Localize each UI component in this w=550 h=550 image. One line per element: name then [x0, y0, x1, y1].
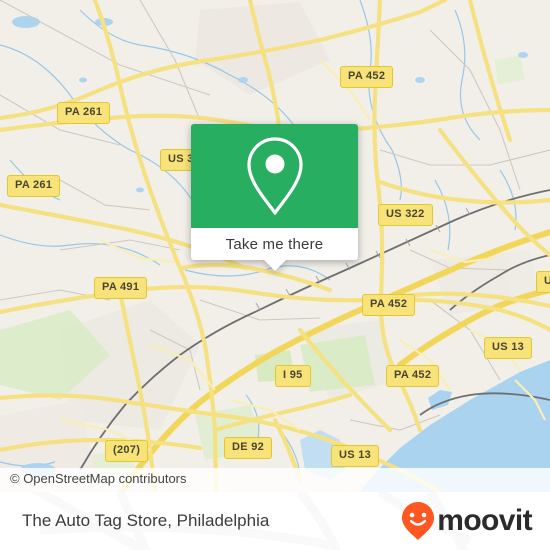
road-shield: PA 491	[94, 277, 148, 299]
road-shield: US 322	[378, 204, 433, 226]
map-pin-icon	[246, 137, 303, 215]
popup-tail	[263, 260, 286, 271]
popup-action-bar[interactable]: Take me there	[191, 228, 358, 260]
road-shield: DE 92	[224, 437, 273, 459]
moovit-map-page: PA 452PA 261US 3PA 261US 322USPA 491PA 4…	[0, 0, 550, 550]
road-shield: US	[536, 271, 550, 293]
road-shield: PA 261	[7, 175, 61, 197]
popup-image-area	[191, 124, 358, 228]
map-popup-card[interactable]: Take me there	[191, 124, 358, 271]
take-me-there-label: Take me there	[225, 235, 324, 253]
road-shield: US 13	[331, 445, 380, 467]
road-shield: PA 452	[340, 66, 394, 88]
road-shield: PA 452	[386, 365, 440, 387]
map-attribution: © OpenStreetMap contributors	[0, 468, 550, 492]
road-shield: PA 452	[362, 294, 416, 316]
road-shield: (207)	[105, 440, 149, 462]
moovit-smiley-pin-icon	[402, 502, 435, 540]
place-title: The Auto Tag Store, Philadelphia	[22, 511, 270, 530]
moovit-brand[interactable]: moovit	[401, 501, 533, 541]
road-shield: PA 261	[57, 102, 111, 124]
moovit-wordmark: moovit	[437, 504, 532, 537]
road-shield: US 13	[484, 337, 533, 359]
footer-bar: The Auto Tag Store, Philadelphia moovit	[0, 492, 550, 550]
road-shield: I 95	[275, 365, 311, 387]
